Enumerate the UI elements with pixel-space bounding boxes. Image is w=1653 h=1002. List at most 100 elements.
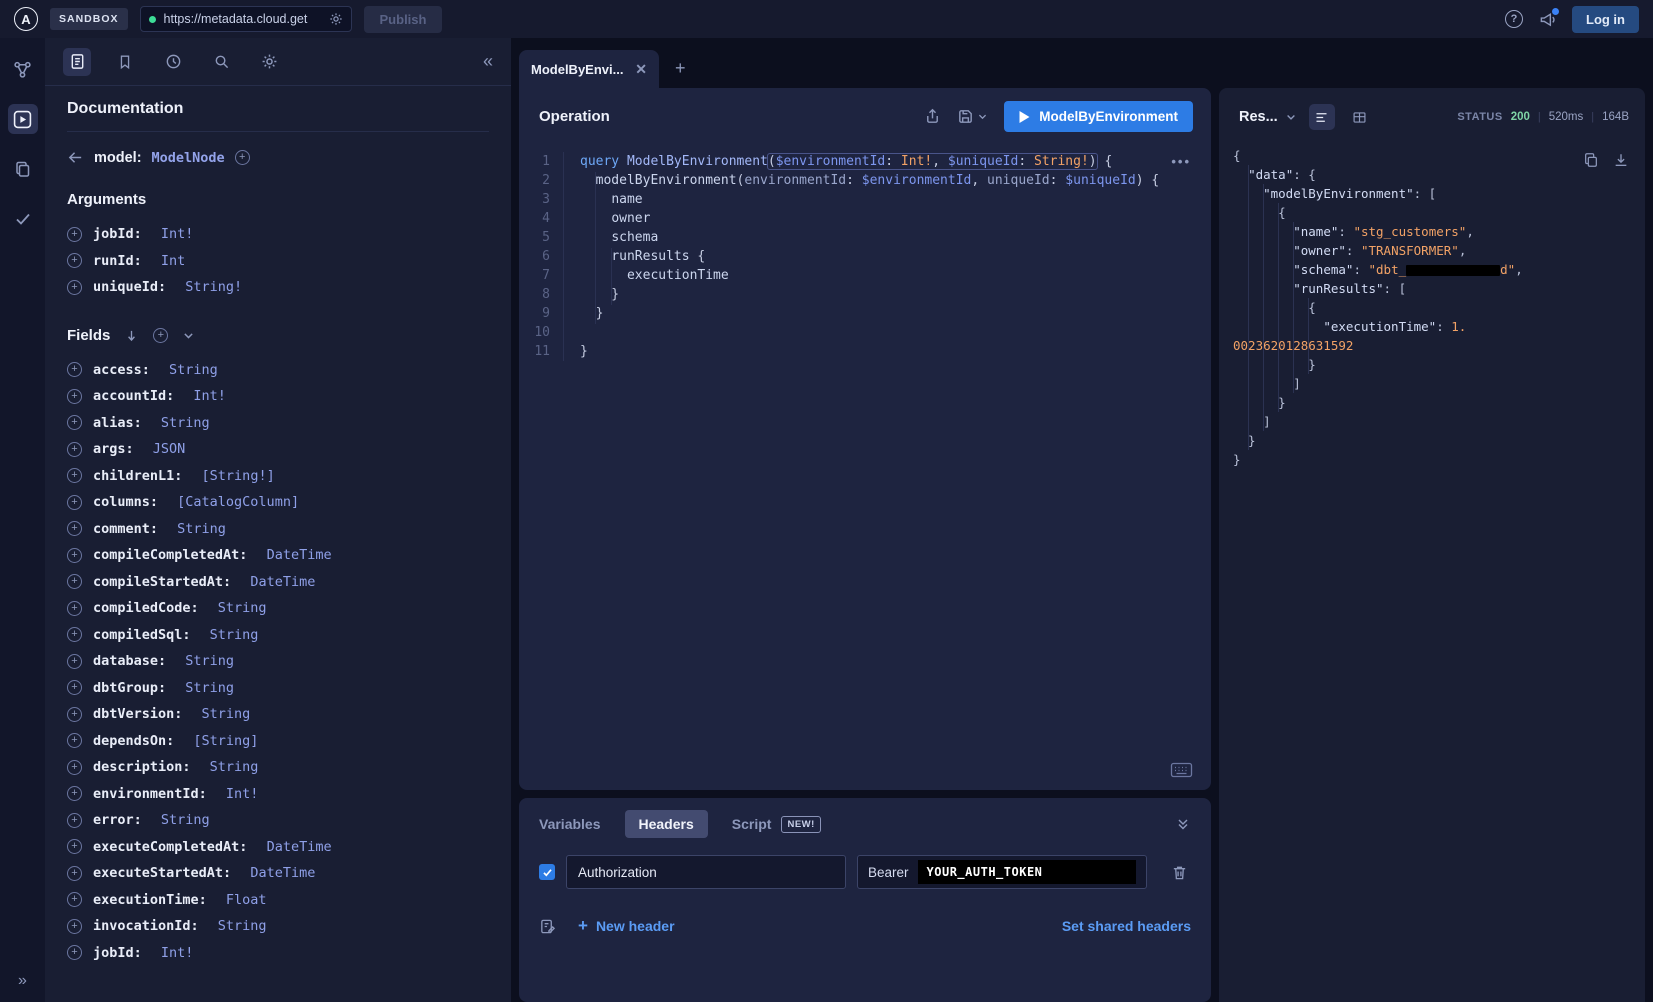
doc-field-row[interactable]: +comment: String [67, 516, 489, 543]
history-button[interactable] [159, 48, 187, 76]
add-field-to-query-icon[interactable]: + [67, 627, 82, 642]
add-field-to-query-icon[interactable]: + [67, 707, 82, 722]
operation-tab[interactable]: ModelByEnvi... ✕ [519, 50, 659, 88]
save-operation-button[interactable] [957, 108, 988, 125]
field-name[interactable]: dbtVersion: [93, 706, 191, 722]
field-type-link[interactable]: Int! [226, 786, 259, 802]
publish-button[interactable]: Publish [364, 6, 443, 33]
add-field-to-query-icon[interactable]: + [67, 813, 82, 828]
doc-field-row[interactable]: +access: String [67, 357, 489, 384]
close-tab-icon[interactable]: ✕ [635, 61, 647, 78]
doc-field-row[interactable]: + dbtGroup: String [67, 675, 489, 702]
field-name[interactable]: uniqueId: [93, 279, 174, 295]
doc-field-row[interactable]: +jobId: Int! [67, 221, 489, 248]
code-line[interactable]: 3 name [519, 190, 1211, 209]
field-type-link[interactable]: String [185, 680, 234, 696]
expand-rail-button[interactable]: » [18, 972, 27, 990]
chevron-down-icon[interactable] [182, 329, 195, 342]
add-field-to-query-icon[interactable]: + [67, 892, 82, 907]
field-name[interactable]: executeCompletedAt: [93, 839, 256, 855]
field-type-link[interactable]: String [169, 362, 218, 378]
doc-field-row[interactable]: +childrenL1: [String!] [67, 463, 489, 490]
header-enabled-checkbox[interactable] [539, 864, 555, 880]
doc-field-row[interactable]: +executionTime: Float [67, 887, 489, 914]
field-type-link[interactable]: String [177, 521, 226, 537]
field-name[interactable]: jobId: [93, 226, 150, 242]
add-field-to-query-icon[interactable]: + [67, 280, 82, 295]
add-field-to-query-icon[interactable]: + [67, 733, 82, 748]
delete-header-icon[interactable] [1171, 864, 1188, 881]
apollo-logo[interactable]: A [14, 7, 38, 31]
collapse-panel-chevrons-icon[interactable] [1175, 816, 1191, 832]
doc-field-row[interactable]: +environmentId: Int! [67, 781, 489, 808]
field-name[interactable]: accountId: [93, 388, 182, 404]
tab-headers[interactable]: Headers [625, 810, 708, 838]
add-field-to-query-icon[interactable]: + [67, 945, 82, 960]
doc-field-row[interactable]: +error: String [67, 807, 489, 834]
add-field-to-query-icon[interactable]: + [67, 601, 82, 616]
field-type-link[interactable]: [CatalogColumn] [177, 494, 299, 510]
doc-field-row[interactable]: +compileStartedAt: DateTime [67, 569, 489, 596]
field-name[interactable]: executeStartedAt: [93, 865, 239, 881]
add-field-to-query-icon[interactable]: + [67, 495, 82, 510]
set-shared-headers-link[interactable]: Set shared headers [1062, 918, 1191, 934]
add-field-to-query-icon[interactable]: + [67, 654, 82, 669]
add-field-to-query-icon[interactable]: + [67, 574, 82, 589]
announcements-button[interactable] [1539, 11, 1556, 28]
doc-field-row[interactable]: +description: String [67, 754, 489, 781]
field-type-link[interactable]: [String!] [202, 468, 275, 484]
add-type-to-query-icon[interactable]: + [235, 150, 250, 165]
doc-field-row[interactable]: +invocationId: String [67, 913, 489, 940]
field-name[interactable]: executionTime: [93, 892, 215, 908]
doc-field-row[interactable]: +alias: String [67, 410, 489, 437]
doc-field-row[interactable]: +database: String [67, 648, 489, 675]
doc-field-row[interactable]: +jobId: Int! [67, 940, 489, 967]
doc-field-row[interactable]: + columns: [CatalogColumn] [67, 489, 489, 516]
copy-response-icon[interactable] [1583, 152, 1599, 168]
doc-field-row[interactable]: + runId: Int [67, 248, 489, 275]
add-field-to-query-icon[interactable]: + [67, 866, 82, 881]
code-line[interactable]: 1query ModelByEnvironment($environmentId… [519, 152, 1211, 171]
add-field-to-query-icon[interactable]: + [67, 919, 82, 934]
field-type-link[interactable]: DateTime [250, 574, 315, 590]
sort-fields-icon[interactable] [124, 328, 139, 343]
field-name[interactable]: environmentId: [93, 786, 215, 802]
doc-field-row[interactable]: +uniqueId: String! [67, 274, 489, 301]
add-field-to-query-icon[interactable]: + [67, 253, 82, 268]
doc-field-row[interactable]: +compiledSql: String [67, 622, 489, 649]
breadcrumb-type-link[interactable]: ModelNode [152, 150, 225, 166]
add-field-to-query-icon[interactable]: + [67, 548, 82, 563]
doc-field-row[interactable]: +accountId: Int! [67, 383, 489, 410]
add-field-to-query-icon[interactable]: + [67, 521, 82, 536]
header-value-field[interactable]: Bearer YOUR_AUTH_TOKEN [857, 855, 1147, 889]
code-line[interactable]: 10 [519, 323, 1211, 342]
field-name[interactable]: compileCompletedAt: [93, 547, 256, 563]
field-type-link[interactable]: String [218, 600, 267, 616]
field-type-link[interactable]: String [202, 706, 251, 722]
field-type-link[interactable]: String [161, 812, 210, 828]
login-button[interactable]: Log in [1572, 6, 1639, 33]
add-field-to-query-icon[interactable]: + [67, 442, 82, 457]
field-type-link[interactable]: Int [161, 253, 185, 269]
field-name[interactable]: columns: [93, 494, 166, 510]
add-field-to-query-icon[interactable]: + [67, 680, 82, 695]
doc-field-row[interactable]: + dbtVersion: String [67, 701, 489, 728]
share-operation-icon[interactable] [924, 108, 941, 125]
response-table-view-button[interactable] [1347, 104, 1373, 130]
sidebar-item-explorer[interactable] [8, 104, 38, 134]
field-name[interactable]: dbtGroup: [93, 680, 174, 696]
field-name[interactable]: compiledCode: [93, 600, 207, 616]
doc-field-row[interactable]: +executeStartedAt: DateTime [67, 860, 489, 887]
code-line[interactable]: 6 runResults { [519, 247, 1211, 266]
doc-field-row[interactable]: + compiledCode: String [67, 595, 489, 622]
field-type-link[interactable]: DateTime [267, 839, 332, 855]
add-field-to-query-icon[interactable]: + [67, 468, 82, 483]
download-response-icon[interactable] [1613, 152, 1629, 168]
code-line[interactable]: 7 executionTime [519, 266, 1211, 285]
field-type-link[interactable]: DateTime [267, 547, 332, 563]
field-name[interactable]: runId: [93, 253, 150, 269]
tab-script[interactable]: Script [732, 810, 772, 838]
add-field-to-query-icon[interactable]: + [67, 760, 82, 775]
help-icon[interactable]: ? [1505, 10, 1523, 28]
endpoint-url[interactable]: https://metadata.cloud.get [164, 12, 321, 26]
